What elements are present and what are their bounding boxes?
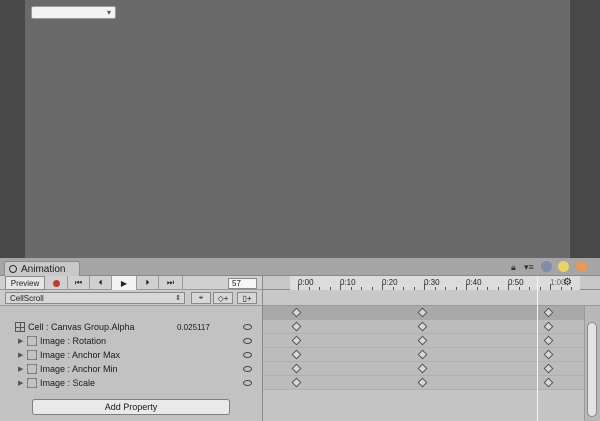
expand-arrow-icon[interactable]: ▶: [18, 379, 23, 387]
last-key-icon: ⏭: [166, 278, 175, 287]
eye-icon[interactable]: [243, 380, 252, 386]
image-icon: [27, 350, 37, 360]
image-icon: [27, 378, 37, 388]
next-key-icon: ⏵: [145, 278, 150, 287]
property-label: Cell : Canvas Group.Alpha: [28, 322, 135, 332]
vertical-scrollbar-thumb[interactable]: [587, 322, 597, 417]
tick-label-4: 0:40: [466, 278, 482, 287]
lock-icon[interactable]: 🔒︎: [511, 262, 516, 273]
last-key-button[interactable]: ⏭: [159, 276, 183, 290]
scene-dropdown[interactable]: ▾: [31, 6, 116, 19]
eye-icon[interactable]: [243, 366, 252, 372]
chevron-updown-icon: ⇕: [175, 295, 181, 302]
event-row[interactable]: [262, 290, 600, 306]
tick-label-0: 0:00: [298, 278, 314, 287]
add-keyframe-icon: ⌖: [198, 293, 204, 302]
left-dark-margin: [0, 0, 25, 258]
image-icon: [27, 336, 37, 346]
prev-key-button[interactable]: ⏴: [90, 276, 112, 290]
window-circle-blue[interactable]: [541, 261, 552, 272]
first-key-button[interactable]: ⏮: [68, 276, 90, 290]
property-row-scale[interactable]: ▶ Image : Scale: [0, 376, 262, 390]
property-label: Image : Anchor Max: [40, 350, 121, 360]
next-key-button[interactable]: ⏵: [137, 276, 159, 290]
property-row-anchor-max[interactable]: ▶ Image : Anchor Max: [0, 348, 262, 362]
property-row-cell-alpha[interactable]: Cell : Canvas Group.Alpha 0.025117: [0, 320, 262, 334]
add-keyframe-plus-icon: ◇+: [217, 293, 229, 303]
record-button[interactable]: [46, 276, 68, 290]
tick-label-3: 0:30: [424, 278, 440, 287]
pane-splitter[interactable]: [262, 276, 263, 421]
tab-animation[interactable]: Animation: [4, 261, 80, 276]
add-keyframe-button[interactable]: ⌖: [191, 292, 211, 304]
tick-label-1: 0:10: [340, 278, 356, 287]
add-property-button[interactable]: Add Property: [32, 399, 230, 415]
window-circle-yellow[interactable]: [558, 261, 569, 272]
prev-key-icon: ⏴: [98, 278, 103, 287]
scene-view[interactable]: [25, 0, 570, 258]
preview-button[interactable]: Preview: [5, 276, 45, 290]
record-icon: [53, 279, 60, 287]
property-label: Image : Anchor Min: [40, 364, 118, 374]
image-icon: [27, 364, 37, 374]
clock-icon: [9, 265, 17, 273]
settings-gear-icon[interactable]: ⚙: [563, 277, 572, 288]
clip-select[interactable]: CellScroll ⇕: [5, 292, 185, 304]
property-value[interactable]: 0.025117: [177, 323, 210, 332]
first-key-icon: ⏮: [74, 278, 83, 287]
tab-animation-label: Animation: [21, 263, 66, 275]
property-row-rotation[interactable]: ▶ Image : Rotation: [0, 334, 262, 348]
play-icon: ▶: [120, 278, 128, 288]
expand-arrow-icon[interactable]: ▶: [18, 365, 23, 373]
eye-icon[interactable]: [243, 324, 252, 330]
eye-icon[interactable]: [243, 352, 252, 358]
add-event-icon: ▯+: [242, 293, 252, 303]
menu-icon[interactable]: ▾≡: [524, 262, 534, 273]
play-button[interactable]: ▶: [112, 276, 137, 290]
expand-arrow-icon[interactable]: ▶: [18, 337, 23, 345]
property-label: Image : Rotation: [40, 336, 107, 346]
canvas-group-icon: [15, 322, 25, 332]
expand-arrow-icon[interactable]: ▶: [18, 351, 23, 359]
eye-icon[interactable]: [243, 338, 252, 344]
window-circle-orange[interactable]: [576, 261, 587, 272]
add-event-button[interactable]: ▯+: [237, 292, 257, 304]
tick-label-5: 0:50: [508, 278, 524, 287]
frame-field[interactable]: 57: [228, 278, 257, 289]
tick-label-2: 0:20: [382, 278, 398, 287]
chevron-down-icon: ▾: [106, 8, 111, 17]
add-keyframe-plus-button[interactable]: ◇+: [213, 292, 233, 304]
property-row-anchor-min[interactable]: ▶ Image : Anchor Min: [0, 362, 262, 376]
property-label: Image : Scale: [40, 378, 96, 388]
right-dark-margin: [570, 0, 600, 258]
playhead-line[interactable]: [537, 276, 538, 421]
clip-select-value: CellScroll: [10, 294, 44, 303]
tab-bar: [0, 258, 600, 276]
